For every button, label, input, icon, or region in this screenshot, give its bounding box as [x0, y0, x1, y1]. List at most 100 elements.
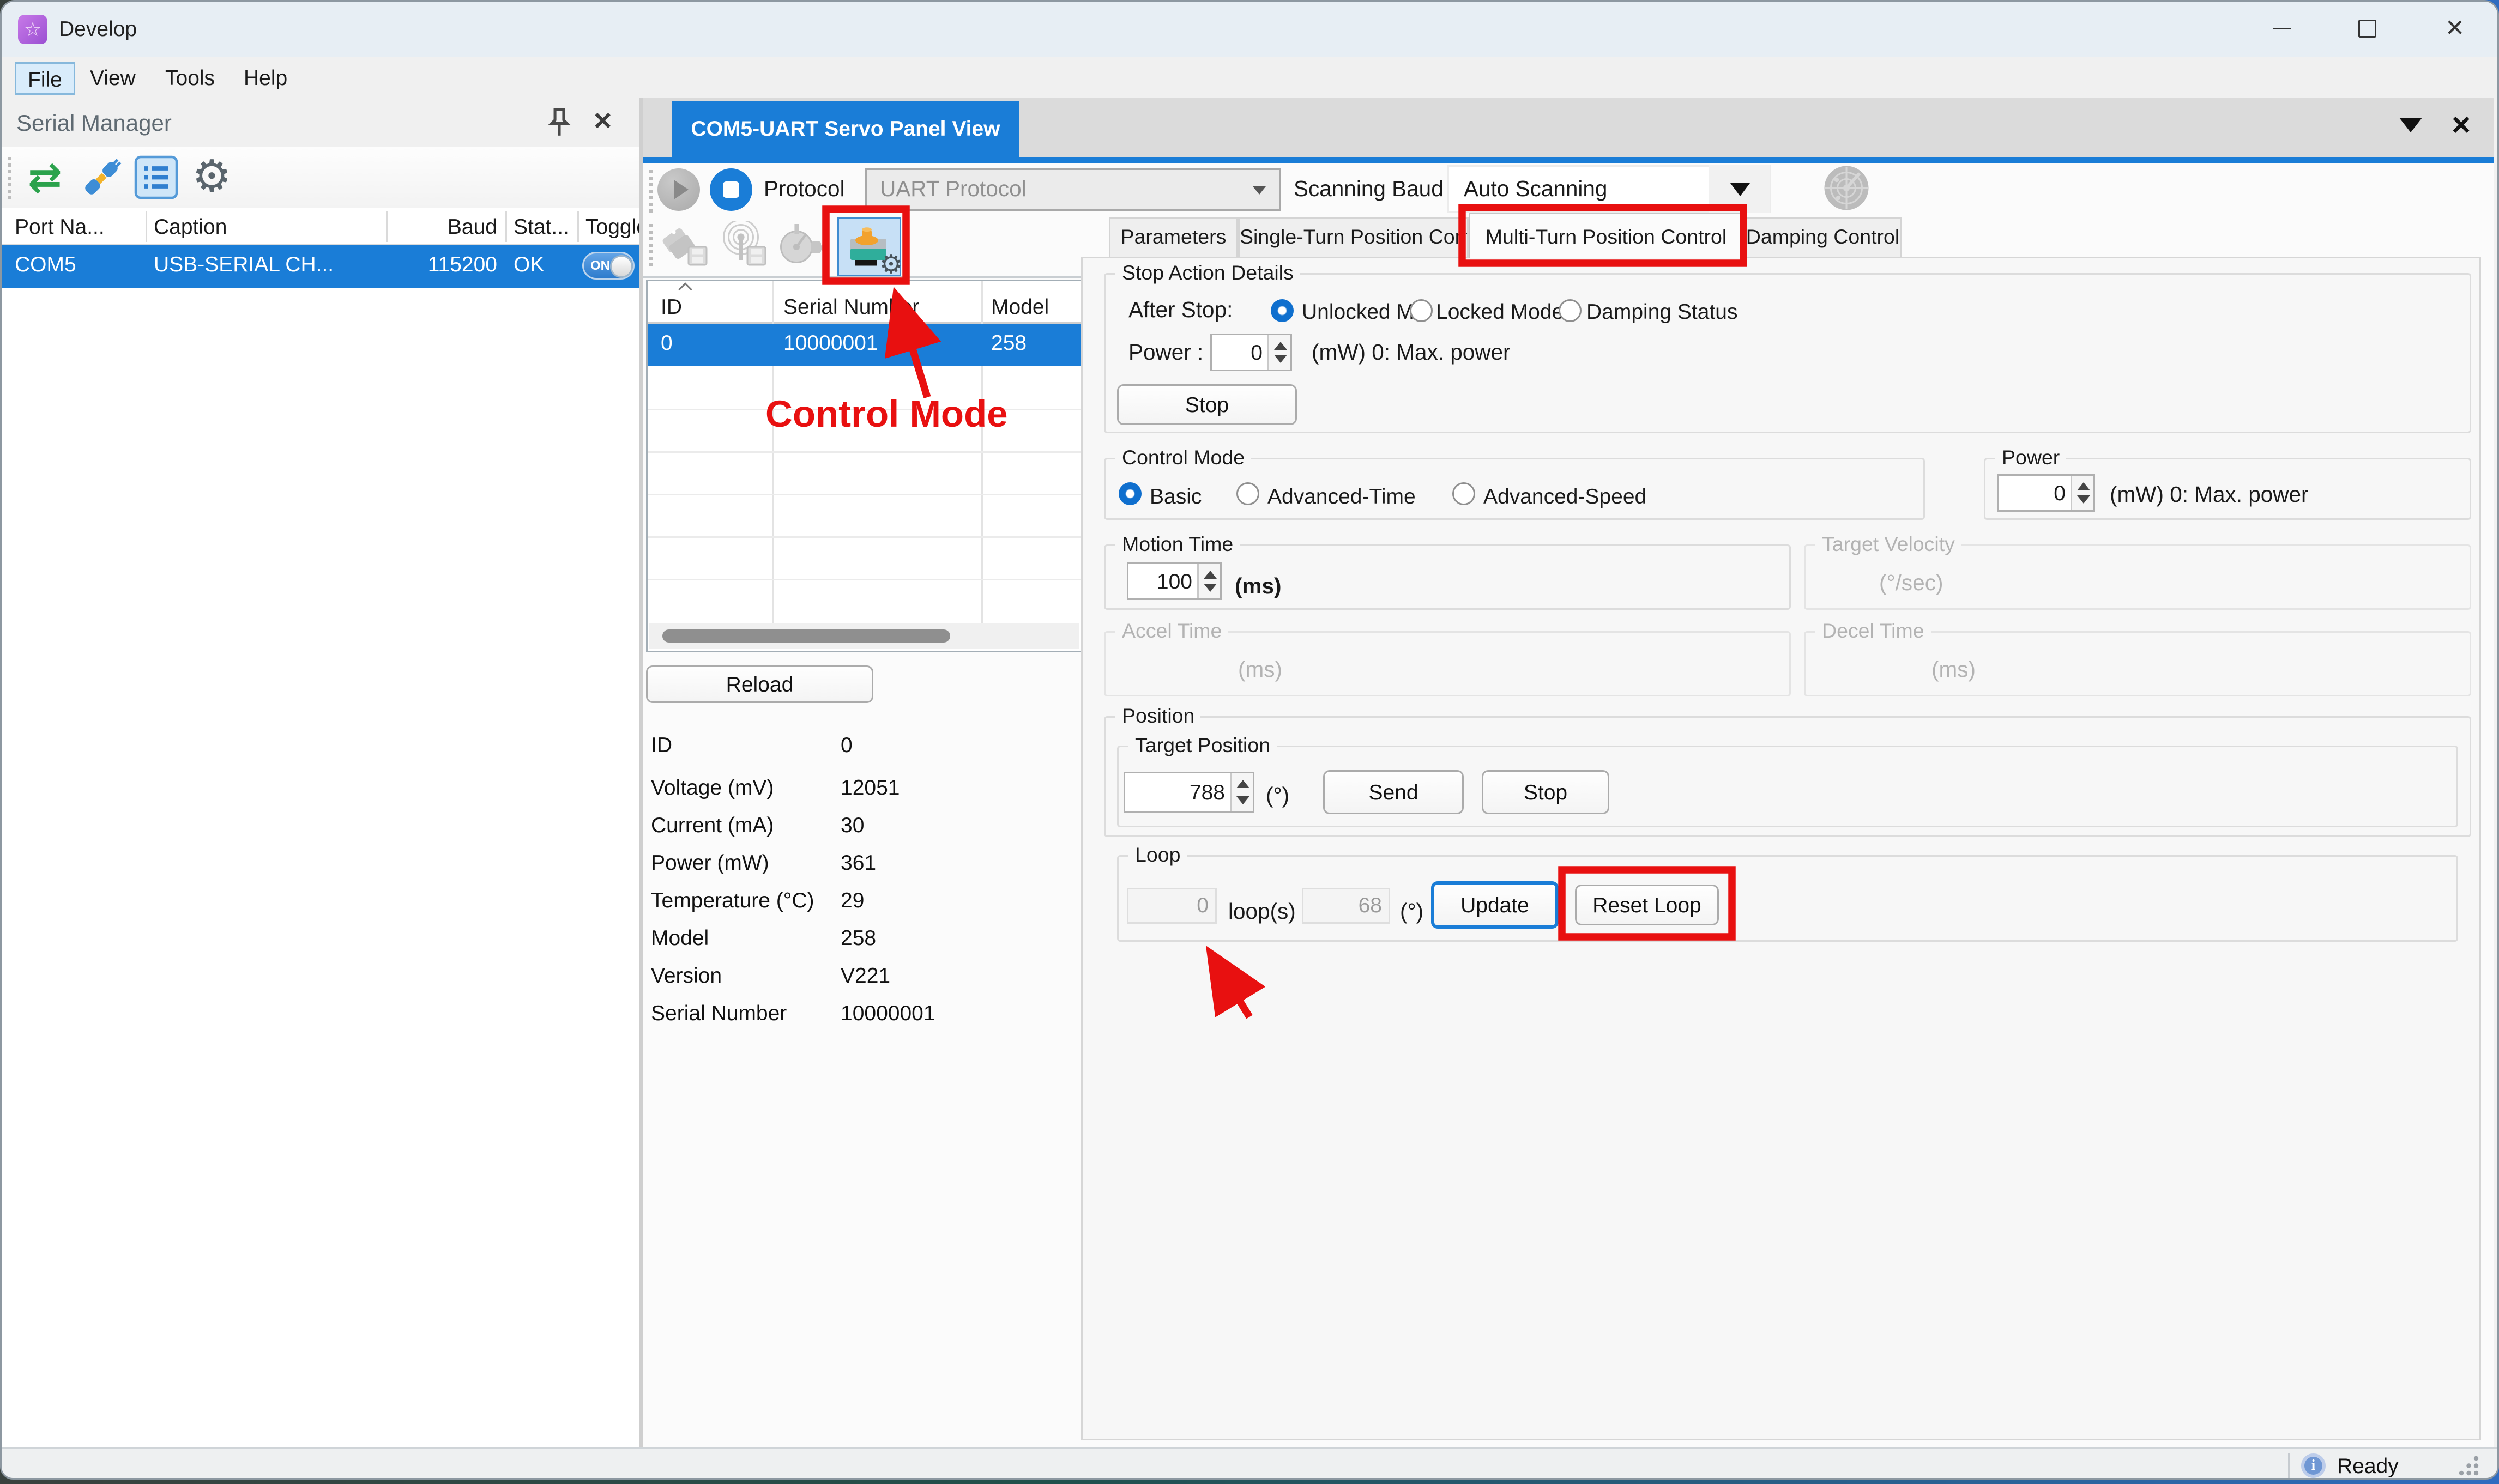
menu-file[interactable]: File: [15, 62, 75, 95]
tab-single-turn[interactable]: Single-Turn Position Contro: [1238, 217, 1469, 257]
target-position-spinbox[interactable]: 788: [1124, 772, 1254, 813]
loop-angle-unit: (°): [1400, 899, 1423, 924]
refresh-ports-icon[interactable]: ⇄: [21, 154, 69, 201]
title-bar: ☆ Develop ×: [2, 2, 2497, 57]
motion-time-spinbox[interactable]: 100: [1127, 562, 1222, 600]
scrollbar-thumb[interactable]: [662, 629, 950, 643]
panel-close-icon[interactable]: ×: [2452, 110, 2471, 142]
col-caption[interactable]: Caption: [154, 214, 227, 239]
resize-grip[interactable]: [2458, 1455, 2481, 1478]
status-bar: i Ready: [2, 1447, 2497, 1480]
radio-locked-label[interactable]: Locked Mode: [1436, 299, 1564, 324]
pin-icon[interactable]: [548, 108, 571, 142]
save-tags-icon: [662, 221, 711, 275]
scan-radar-icon[interactable]: [1824, 165, 1869, 216]
menu-tools[interactable]: Tools: [154, 62, 226, 95]
port-list-icon[interactable]: [132, 154, 180, 201]
col-port-name[interactable]: Port Na...: [15, 214, 105, 239]
servo-table: ID Serial Number Model 0 10000001 258: [646, 280, 1083, 652]
encoder-plug-icon: [777, 221, 832, 275]
port-row-com5[interactable]: COM5 USB-SERIAL CH... 115200 OK ON: [2, 245, 639, 288]
close-button[interactable]: ×: [2419, 2, 2491, 56]
radio-advanced-time-label[interactable]: Advanced-Time: [1267, 484, 1416, 508]
maximize-button[interactable]: [2331, 2, 2403, 56]
servo-col-serial[interactable]: Serial Number: [783, 294, 919, 319]
spin-arrows[interactable]: [2071, 476, 2093, 510]
power-spinbox[interactable]: 0: [1210, 334, 1292, 371]
radio-basic[interactable]: [1119, 482, 1142, 505]
divider: [505, 211, 507, 242]
col-status[interactable]: Stat...: [514, 214, 569, 239]
minimize-button[interactable]: [2246, 2, 2317, 56]
spin-down-icon: [1236, 796, 1249, 804]
servo-model: 258: [991, 330, 1027, 355]
tab-damping[interactable]: Damping Control: [1743, 217, 1902, 257]
protocol-label: Protocol: [764, 177, 845, 201]
group-title: Loop: [1128, 844, 1187, 867]
control-tab-pane: [1081, 257, 2481, 1440]
port-caption: USB-SERIAL CH...: [154, 252, 334, 276]
servo-col-id[interactable]: ID: [661, 294, 682, 319]
toggle-knob: [609, 255, 632, 277]
power-value[interactable]: 0: [1212, 335, 1267, 370]
servo-col-model[interactable]: Model: [991, 294, 1049, 319]
update-button[interactable]: Update: [1431, 881, 1559, 929]
info-value: 29: [841, 888, 864, 912]
send-button[interactable]: Send: [1323, 770, 1464, 814]
panel-toolbar: Protocol UART Protocol Scanning Baud Aut…: [643, 163, 2494, 216]
menu-view[interactable]: View: [79, 62, 147, 95]
menu-bar: File View Tools Help: [2, 57, 2497, 98]
spin-arrows[interactable]: [1197, 564, 1220, 598]
protocol-select[interactable]: UART Protocol: [865, 168, 1281, 211]
info-label: Version: [651, 963, 722, 988]
col-toggle[interactable]: Toggle: [585, 214, 648, 239]
group-title: Stop Action Details: [1115, 262, 1300, 284]
divider: [577, 211, 579, 242]
radio-advanced-speed-label[interactable]: Advanced-Speed: [1483, 484, 1646, 508]
position-stop-button[interactable]: Stop: [1482, 770, 1609, 814]
reset-loop-button[interactable]: Reset Loop: [1575, 885, 1719, 925]
col-baud[interactable]: Baud: [386, 214, 497, 239]
toolbar-drag-handle[interactable]: [649, 170, 653, 213]
grid-line: [648, 409, 1081, 410]
baud-select-arrow[interactable]: [1709, 165, 1770, 213]
radio-damping-status[interactable]: [1559, 299, 1582, 322]
dock-close-icon[interactable]: ×: [594, 105, 612, 141]
spin-arrows[interactable]: [1267, 335, 1290, 370]
stop-action-stop-button[interactable]: Stop: [1117, 384, 1297, 425]
port-toggle-switch[interactable]: ON: [582, 252, 635, 280]
stop-scan-button[interactable]: [710, 168, 752, 211]
tab-multi-turn[interactable]: Multi-Turn Position Control: [1469, 213, 1743, 258]
power-group-value[interactable]: 0: [1999, 476, 2071, 510]
power-group-spinbox[interactable]: 0: [1997, 474, 2095, 512]
tab-parameters[interactable]: Parameters: [1109, 217, 1238, 257]
target-velocity-unit: (°/sec): [1879, 571, 1943, 595]
settings-gear-icon[interactable]: ⚙: [188, 154, 236, 201]
control-mode-button[interactable]: ⚙: [837, 217, 901, 276]
radio-unlocked-mode[interactable]: [1271, 299, 1294, 322]
baud-value: Auto Scanning: [1464, 177, 1607, 201]
power-group-unit: (mW) 0: Max. power: [2110, 482, 2309, 507]
info-label: Temperature (°C): [651, 888, 814, 912]
tabstrip-dropdown-icon[interactable]: [2399, 118, 2422, 132]
radio-advanced-speed[interactable]: [1452, 482, 1475, 505]
servo-row-0[interactable]: 0 10000001 258: [648, 324, 1081, 366]
radio-damping-label[interactable]: Damping Status: [1586, 299, 1738, 324]
target-position-value[interactable]: 788: [1125, 773, 1230, 811]
spin-arrows[interactable]: [1230, 773, 1253, 811]
toolbar-drag-handle[interactable]: [649, 224, 653, 266]
motion-time-value[interactable]: 100: [1128, 564, 1197, 598]
port-table: Port Na... Caption Baud Stat... Toggle C…: [2, 208, 639, 1447]
radio-unlocked-label[interactable]: Unlocked Mo: [1302, 299, 1426, 324]
reload-button[interactable]: Reload: [646, 665, 873, 703]
doc-tab-servo-panel[interactable]: COM5-UART Servo Panel View: [672, 101, 1019, 157]
connect-icon[interactable]: [77, 154, 124, 201]
menu-help[interactable]: Help: [232, 62, 299, 95]
info-label: Voltage (mV): [651, 775, 774, 799]
horizontal-scrollbar[interactable]: [649, 623, 1079, 649]
play-button[interactable]: [657, 168, 700, 211]
toolbar-drag-handle[interactable]: [8, 157, 11, 199]
radio-locked-mode[interactable]: [1410, 299, 1433, 322]
radio-advanced-time[interactable]: [1236, 482, 1259, 505]
radio-basic-label[interactable]: Basic: [1150, 484, 1202, 508]
